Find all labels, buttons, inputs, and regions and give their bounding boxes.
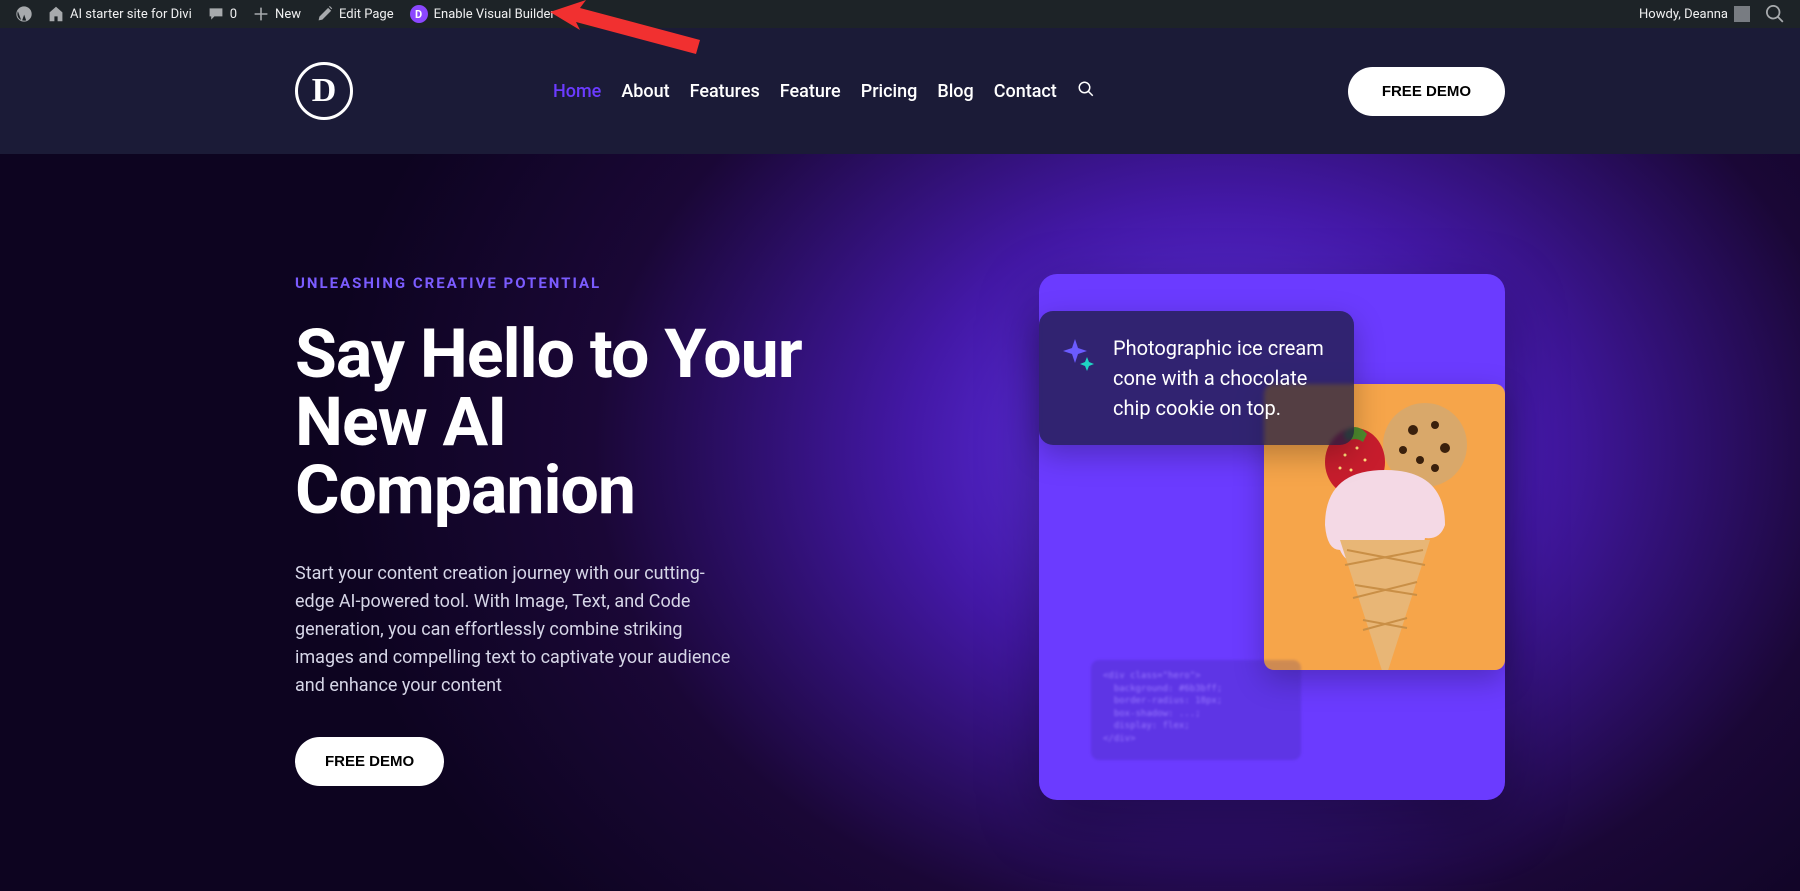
howdy-user-link[interactable]: Howdy, Deanna [1631, 0, 1758, 28]
search-icon [1766, 5, 1784, 23]
nav-about[interactable]: About [621, 81, 669, 102]
site-logo[interactable]: D [295, 62, 353, 120]
new-content-link[interactable]: New [245, 0, 309, 28]
user-avatar [1734, 6, 1750, 22]
wordpress-icon [16, 6, 32, 22]
site-name-link[interactable]: AI starter site for Divi [40, 0, 200, 28]
primary-nav: Home About Features Feature Pricing Blog… [553, 80, 1095, 102]
wp-admin-bar: AI starter site for Divi 0 New Edit Page… [0, 0, 1800, 28]
hero-visual-card: Photographic ice cream cone with a choco… [1039, 274, 1505, 800]
nav-features[interactable]: Features [690, 81, 760, 102]
adminbar-search[interactable] [1758, 0, 1792, 28]
hero-body: Start your content creation journey with… [295, 560, 735, 699]
code-preview-card: <div class="hero"> background: #6b3bff; … [1091, 660, 1301, 760]
enable-vb-label: Enable Visual Builder [434, 7, 555, 22]
nav-blog[interactable]: Blog [937, 81, 973, 102]
comments-link[interactable]: 0 [200, 0, 245, 28]
hero-section: UNLEASHING CREATIVE POTENTIAL Say Hello … [0, 154, 1800, 891]
search-icon [1077, 80, 1095, 98]
wp-logo-menu[interactable] [8, 0, 40, 28]
sparkle-icon [1061, 337, 1095, 371]
home-icon [48, 6, 64, 22]
nav-pricing[interactable]: Pricing [861, 81, 918, 102]
nav-search-button[interactable] [1077, 80, 1095, 102]
hero-copy: UNLEASHING CREATIVE POTENTIAL Say Hello … [295, 274, 815, 891]
hero-eyebrow: UNLEASHING CREATIVE POTENTIAL [295, 274, 815, 292]
hero-cta-button[interactable]: FREE DEMO [295, 737, 444, 786]
pencil-icon [317, 6, 333, 22]
divi-icon: D [410, 5, 428, 23]
nav-feature[interactable]: Feature [780, 81, 841, 102]
header-cta-button[interactable]: FREE DEMO [1348, 67, 1505, 116]
logo-letter: D [312, 72, 337, 110]
edit-page-link[interactable]: Edit Page [309, 0, 402, 28]
edit-page-label: Edit Page [339, 7, 394, 22]
site-name-text: AI starter site for Divi [70, 7, 192, 22]
enable-visual-builder-link[interactable]: D Enable Visual Builder [402, 0, 563, 28]
prompt-card: Photographic ice cream cone with a choco… [1039, 311, 1354, 445]
comments-count: 0 [230, 7, 237, 22]
hero-title: Say Hello to Your New AI Companion [295, 320, 815, 524]
comment-icon [208, 6, 224, 22]
nav-contact[interactable]: Contact [994, 81, 1057, 102]
plus-icon [253, 6, 269, 22]
howdy-text: Howdy, Deanna [1639, 7, 1728, 22]
nav-home[interactable]: Home [553, 81, 601, 102]
site-header: D Home About Features Feature Pricing Bl… [0, 28, 1800, 154]
new-label: New [275, 7, 301, 22]
prompt-text: Photographic ice cream cone with a choco… [1113, 333, 1328, 423]
